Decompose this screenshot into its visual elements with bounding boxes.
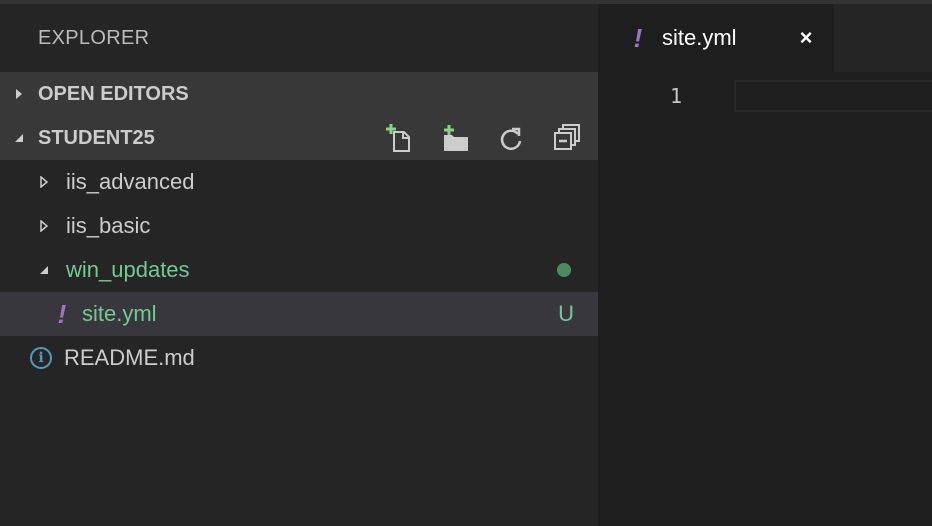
explorer-title: EXPLORER: [38, 26, 150, 49]
line-number-gutter: 1: [598, 72, 682, 526]
yaml-icon: !: [633, 22, 643, 53]
code-area[interactable]: [682, 72, 932, 526]
refresh-icon[interactable]: [496, 123, 526, 153]
tab-site-yml[interactable]: ! site.yml ×: [598, 4, 834, 72]
close-icon[interactable]: ×: [792, 24, 820, 52]
yaml-icon: !: [57, 298, 67, 329]
workspace-actions: [384, 123, 598, 153]
workspace-section[interactable]: STUDENT25: [0, 116, 598, 160]
tab-label: site.yml: [662, 25, 737, 50]
chevron-right-icon: [34, 176, 54, 188]
tree-item-label: win_updates: [66, 257, 190, 282]
tree-folder-iis-advanced[interactable]: iis_advanced: [0, 160, 598, 204]
editor-body[interactable]: 1: [598, 72, 932, 526]
vscode-window: EXPLORER OPEN EDITORS STUDENT25 iis_adva…: [0, 0, 932, 526]
chevron-down-icon: [0, 133, 38, 143]
chevron-right-icon: [0, 88, 38, 100]
open-editors-label: OPEN EDITORS: [38, 82, 189, 105]
new-folder-icon[interactable]: [440, 123, 470, 153]
tree-file-site-yml[interactable]: ! site.yml U: [0, 292, 598, 336]
open-editors-section[interactable]: OPEN EDITORS: [0, 72, 598, 116]
modified-dot-icon: [557, 263, 571, 277]
tree-file-readme[interactable]: i README.md: [0, 336, 598, 380]
collapse-all-icon[interactable]: [552, 123, 582, 153]
tree-item-label: site.yml: [82, 301, 157, 326]
workspace-label: STUDENT25: [38, 126, 155, 149]
editor-tabs: ! site.yml ×: [598, 4, 932, 72]
tree-item-label: README.md: [64, 345, 195, 370]
tree-item-label: iis_basic: [66, 213, 151, 238]
tree-folder-win-updates[interactable]: win_updates: [0, 248, 598, 292]
tree-folder-iis-basic[interactable]: iis_basic: [0, 204, 598, 248]
chevron-down-icon: [34, 265, 54, 275]
info-icon: i: [30, 347, 52, 369]
current-line-highlight: [734, 80, 932, 112]
chevron-right-icon: [34, 220, 54, 232]
new-file-icon[interactable]: [384, 123, 414, 153]
tree-item-label: iis_advanced: [66, 169, 195, 194]
line-number: 1: [669, 84, 682, 108]
explorer-sidebar: EXPLORER OPEN EDITORS STUDENT25 iis_adva…: [0, 4, 598, 526]
git-status-badge: U: [558, 301, 574, 326]
editor-area: ! site.yml × 1: [598, 4, 932, 526]
